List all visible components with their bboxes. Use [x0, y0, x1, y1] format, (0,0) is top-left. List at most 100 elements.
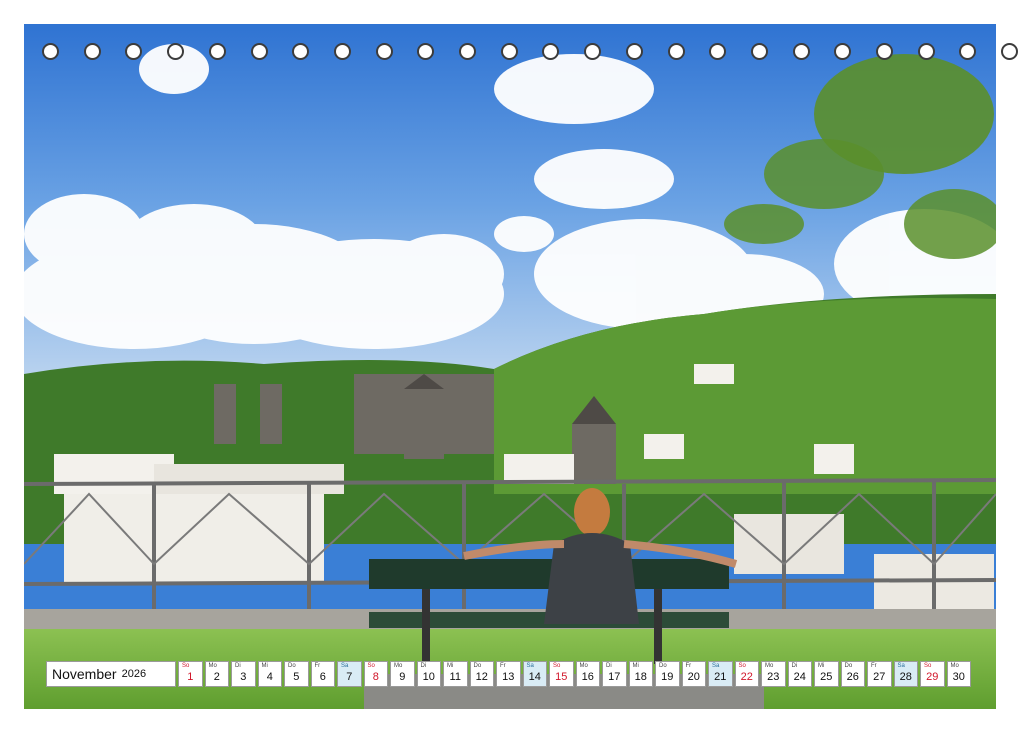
day-number: 17 [608, 671, 621, 683]
binding-hole [917, 43, 935, 60]
weekday-label: Sa [341, 663, 349, 669]
day-cell: Mo 23 [761, 661, 786, 687]
binding-hole [459, 43, 476, 60]
day-cell: Mo 2 [204, 661, 229, 687]
landscape-photo [24, 24, 996, 709]
weekday-label: So [738, 663, 746, 669]
day-cell: So 22 [734, 661, 759, 687]
binding-hole [584, 43, 602, 60]
month-label: November 2026 [46, 661, 176, 687]
binding-holes [24, 43, 1019, 65]
weekday-label: Fr [500, 663, 506, 669]
day-number: 24 [793, 671, 806, 683]
day-cell: So 8 [363, 661, 388, 687]
day-cell: Di 10 [416, 661, 441, 687]
day-number: 4 [266, 671, 273, 683]
day-cell: Fr 13 [496, 661, 521, 687]
day-cell: Di 3 [231, 661, 256, 687]
binding-hole [417, 43, 435, 60]
binding-hole [250, 43, 268, 60]
day-number: 3 [240, 671, 247, 683]
weekday-label: Mo [394, 663, 403, 669]
weekday-label: Mo [208, 663, 217, 669]
weekday-label: Mi [447, 663, 454, 669]
day-cell: Fr 6 [310, 661, 335, 687]
day-number: 8 [372, 671, 379, 683]
binding-hole [500, 43, 518, 60]
binding-hole [125, 43, 143, 60]
day-number: 20 [687, 671, 700, 683]
weekday-label: Fr [871, 663, 877, 669]
weekday-label: So [553, 663, 561, 669]
day-number: 27 [873, 671, 886, 683]
day-cell: So 1 [178, 661, 203, 687]
day-number: 28 [899, 671, 912, 683]
day-cell: Do 19 [655, 661, 680, 687]
binding-hole [876, 43, 893, 60]
day-number: 29 [926, 671, 939, 683]
weekday-label: Sa [712, 663, 720, 669]
day-cell: Di 17 [602, 661, 627, 687]
binding-hole [834, 43, 852, 60]
day-cell: Sa 21 [708, 661, 733, 687]
day-cell: Do 26 [840, 661, 865, 687]
weekday-label: Fr [685, 663, 692, 669]
day-cell: Mi 11 [443, 661, 468, 687]
day-number: 23 [767, 671, 780, 683]
day-cell: Fr 20 [681, 661, 706, 687]
day-number: 9 [399, 671, 406, 683]
day-number: 13 [502, 671, 515, 683]
binding-hole [1001, 43, 1019, 60]
weekday-label: Do [288, 663, 296, 669]
weekday-label: Di [235, 663, 241, 669]
day-cell: Mi 18 [628, 661, 653, 687]
day-number: 2 [213, 671, 220, 683]
weekday-label: Mi [261, 663, 268, 669]
day-cells: So 1 Mo 2 Di 3 Mi 4 Do 5 Fr 6 Sa 7 So 8 Mo 9 Di 10 Mi 11 Do 12 F… [178, 661, 971, 687]
weekday-label: Mi [632, 663, 639, 669]
binding-hole [375, 43, 393, 60]
binding-hole [709, 43, 727, 60]
binding-hole [292, 43, 310, 60]
binding-hole [208, 43, 226, 60]
weekday-label: Sa [526, 663, 534, 669]
day-number: 16 [581, 671, 594, 683]
day-cell: Sa 28 [893, 661, 918, 687]
calendar-strip: November 2026 So 1 Mo 2 Di 3 Mi 4 Do 5 Fr 6 Sa 7 So 8 Mo… [46, 661, 974, 687]
day-cell: Di 24 [787, 661, 812, 687]
day-number: 22 [740, 671, 753, 683]
day-cell: So 15 [549, 661, 574, 687]
day-number: 10 [422, 671, 435, 683]
day-cell: Mi 4 [257, 661, 282, 687]
day-cell: Sa 14 [522, 661, 547, 687]
weekday-label: Di [606, 663, 612, 669]
day-number: 21 [714, 671, 727, 683]
day-number: 30 [952, 671, 965, 683]
day-cell: Mi 25 [814, 661, 839, 687]
binding-hole [792, 43, 810, 60]
day-number: 1 [187, 671, 194, 683]
weekday-label: Di [420, 663, 427, 669]
day-number: 26 [846, 671, 859, 683]
day-number: 14 [528, 671, 541, 683]
day-number: 5 [293, 671, 300, 683]
binding-hole [542, 43, 560, 60]
day-number: 15 [555, 671, 568, 683]
weekday-label: Do [659, 663, 667, 669]
day-number: 12 [475, 671, 488, 683]
binding-hole [333, 43, 351, 60]
binding-hole [83, 43, 101, 60]
day-cell: Mo 9 [390, 661, 415, 687]
day-number: 6 [319, 671, 326, 683]
day-number: 19 [661, 671, 674, 683]
weekday-label: Fr [314, 663, 321, 669]
weekday-label: Di [791, 663, 798, 669]
binding-hole [625, 43, 643, 60]
weekday-label: Mo [765, 663, 774, 669]
month-name: November [52, 666, 117, 682]
weekday-label: Do [473, 663, 482, 669]
weekday-label: Sa [897, 663, 905, 669]
binding-hole [42, 43, 59, 60]
weekday-label: So [924, 663, 932, 669]
day-number: 7 [346, 671, 353, 683]
